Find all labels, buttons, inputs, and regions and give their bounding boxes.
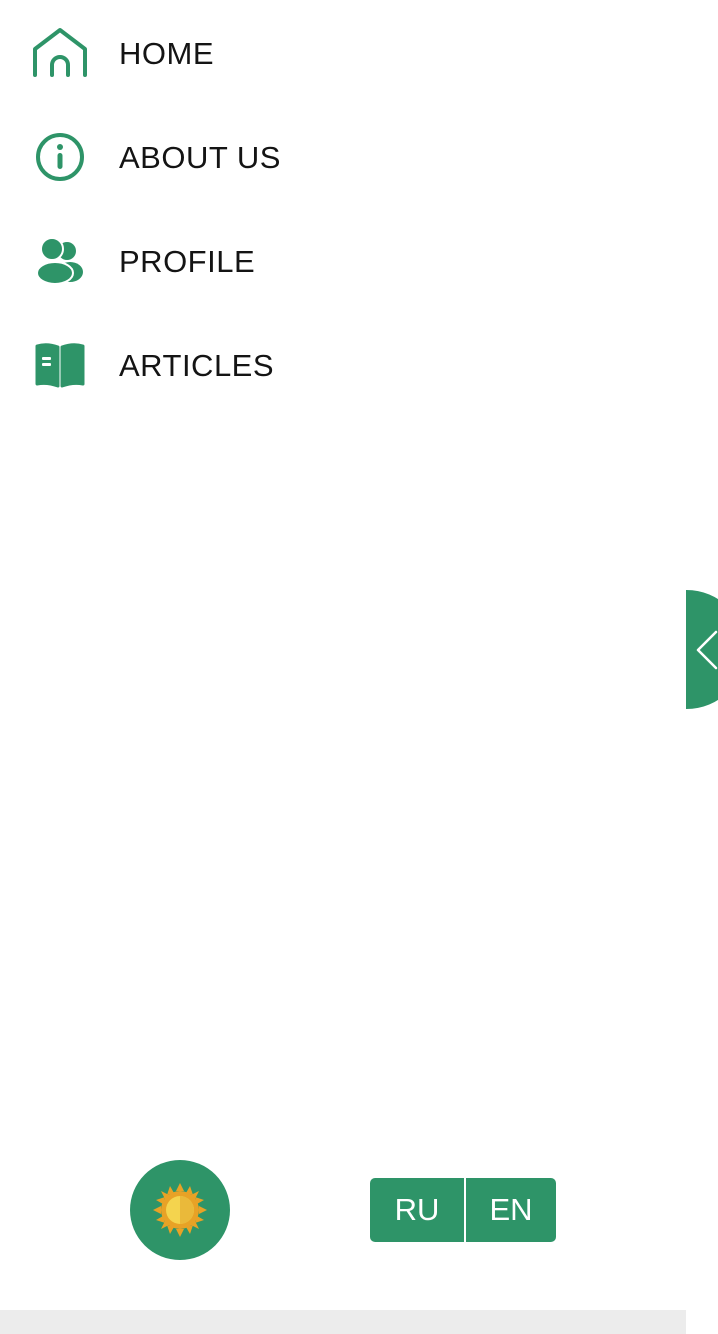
theme-toggle-button[interactable]: [130, 1160, 230, 1260]
language-switcher: RU EN: [370, 1178, 556, 1242]
nav-item-profile[interactable]: PROFILE: [0, 221, 686, 301]
nav-item-label: PROFILE: [119, 243, 256, 279]
language-en-button[interactable]: EN: [466, 1178, 556, 1242]
nav-item-label: ARTICLES: [119, 347, 275, 383]
language-ru-button[interactable]: RU: [370, 1178, 464, 1242]
nav-item-label: HOME: [119, 35, 214, 71]
sidebar-collapse-button[interactable]: [686, 590, 718, 709]
nav-item-home[interactable]: HOME: [0, 13, 686, 93]
nav-item-label: ABOUT US: [119, 139, 281, 175]
sun-icon: [153, 1183, 207, 1237]
chevron-left-icon: [696, 630, 718, 670]
book-icon: [32, 337, 88, 393]
nav-item-articles[interactable]: ARTICLES: [0, 325, 686, 405]
nav-item-about-us[interactable]: ABOUT US: [0, 117, 686, 197]
bottom-bar: [0, 1310, 686, 1334]
home-icon: [32, 25, 88, 81]
info-icon: [32, 129, 88, 185]
users-icon: [32, 233, 88, 289]
